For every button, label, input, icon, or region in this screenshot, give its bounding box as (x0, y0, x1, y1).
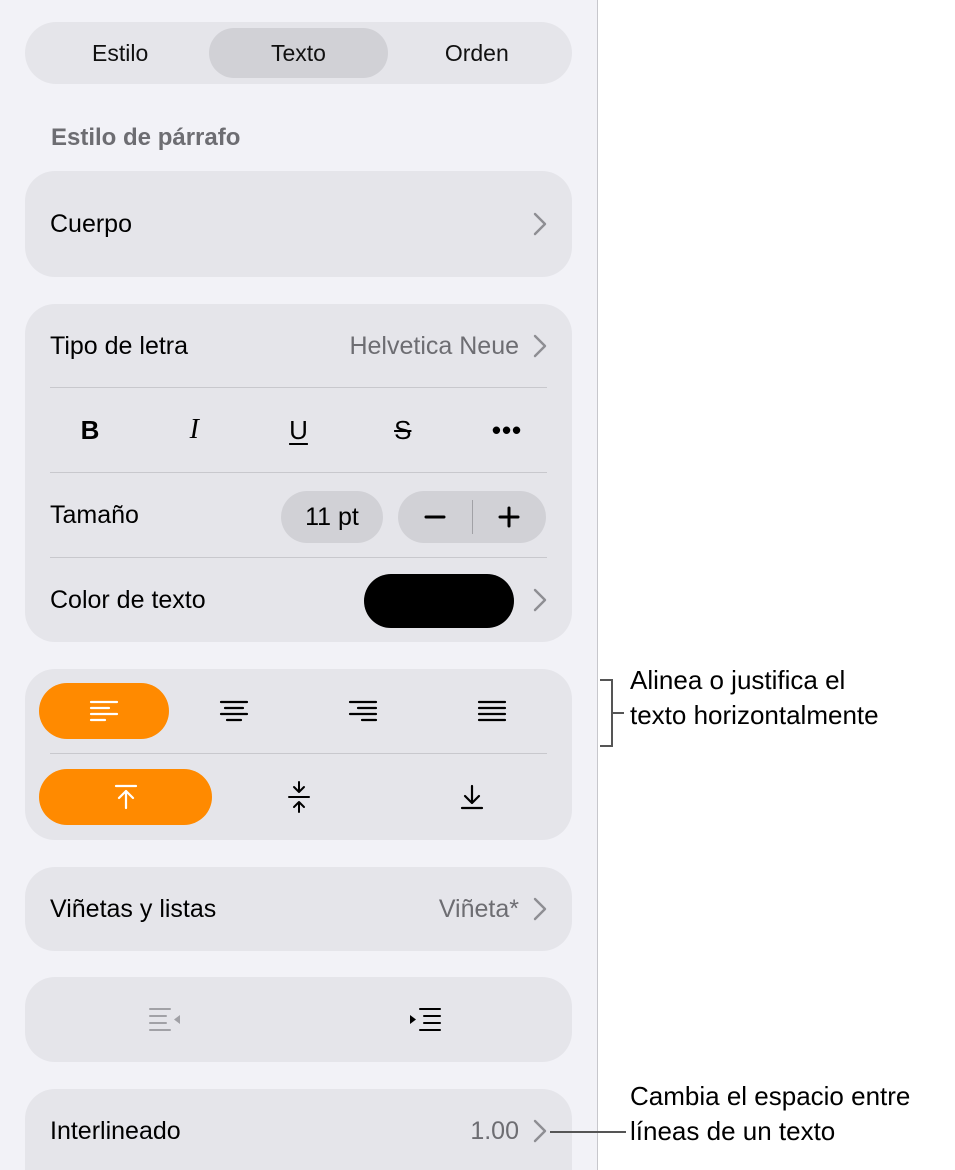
minus-icon (424, 515, 446, 519)
text-color-swatch[interactable] (364, 574, 514, 628)
bullets-label: Viñetas y listas (50, 894, 217, 923)
text-format-buttons: B I U S ••• (50, 388, 547, 472)
indent-card (25, 977, 572, 1062)
format-tabs: Estilo Texto Orden (25, 22, 572, 84)
paragraph-style-heading: Estilo de párrafo (51, 124, 241, 151)
align-top-button[interactable] (39, 769, 212, 825)
underline-button[interactable]: U (259, 400, 339, 460)
align-middle-icon (287, 781, 310, 813)
chevron-right-icon (533, 334, 547, 358)
paragraph-style-card[interactable]: Cuerpo (25, 171, 572, 277)
divider (50, 753, 547, 754)
spacing-callout-line-1: Cambia el espacio entre (630, 1081, 911, 1111)
chevron-right-icon (533, 1119, 547, 1143)
line-spacing-label: Interlineado (50, 1116, 181, 1145)
increase-indent-icon (410, 1008, 441, 1031)
alignment-callout-line-2: texto horizontalmente (630, 700, 879, 730)
chevron-right-icon (533, 212, 547, 236)
chevron-right-icon (533, 588, 547, 612)
spacing-callout: Cambia el espacio entre líneas de un tex… (630, 1079, 910, 1149)
decrease-size-button[interactable] (398, 491, 472, 543)
bold-button[interactable]: B (50, 400, 130, 460)
more-options-button[interactable]: ••• (467, 400, 547, 460)
bullets-card[interactable]: Viñetas y listas Viñeta* (25, 867, 572, 951)
chevron-right-icon (533, 897, 547, 921)
align-bottom-icon (460, 784, 483, 810)
plus-icon (498, 506, 520, 528)
justify-icon (477, 700, 507, 722)
align-middle-button[interactable] (212, 769, 385, 825)
font-size-stepper (398, 491, 546, 543)
line-spacing-card[interactable]: Interlineado 1.00 (25, 1089, 572, 1170)
spacing-callout-line (550, 1131, 626, 1133)
decrease-indent-icon (149, 1008, 180, 1031)
align-center-button[interactable] (169, 683, 299, 739)
paragraph-style-value: Cuerpo (50, 209, 132, 238)
line-spacing-row[interactable]: Interlineado 1.00 (25, 1089, 572, 1170)
align-center-icon (219, 700, 249, 722)
increase-indent-button[interactable] (345, 991, 505, 1047)
italic-button[interactable]: I (154, 400, 234, 460)
line-spacing-value: 1.00 (470, 1116, 519, 1145)
align-top-icon (114, 784, 137, 810)
align-right-button[interactable] (298, 683, 428, 739)
align-bottom-button[interactable] (385, 769, 558, 825)
format-panel: Estilo Texto Orden Estilo de párrafo Cue… (0, 0, 598, 1170)
alignment-card (25, 669, 572, 840)
decrease-indent-button[interactable] (85, 991, 245, 1047)
font-label: Tipo de letra (50, 331, 189, 360)
spacing-callout-line-2: líneas de un texto (630, 1116, 836, 1146)
font-size-field[interactable]: 11 pt (281, 491, 383, 543)
align-right-icon (348, 700, 378, 722)
increase-size-button[interactable] (473, 491, 547, 543)
align-left-icon (89, 700, 119, 722)
justify-button[interactable] (427, 683, 557, 739)
align-left-button[interactable] (39, 683, 169, 739)
alignment-callout-bracket (600, 679, 624, 747)
tab-orden[interactable]: Orden (388, 28, 566, 78)
tab-estilo[interactable]: Estilo (31, 28, 209, 78)
tab-texto[interactable]: Texto (209, 28, 388, 78)
bullets-value: Viñeta* (438, 894, 519, 923)
alignment-callout: Alinea o justifica el texto horizontalme… (630, 663, 879, 733)
paragraph-style-row[interactable]: Cuerpo (25, 171, 572, 277)
font-card: Tipo de letra Helvetica Neue B I U S •••… (25, 304, 572, 642)
font-row[interactable]: Tipo de letra Helvetica Neue (25, 304, 572, 388)
alignment-callout-line-1: Alinea o justifica el (630, 665, 846, 695)
strikethrough-button[interactable]: S (363, 400, 443, 460)
bullets-row[interactable]: Viñetas y listas Viñeta* (25, 867, 572, 951)
font-value: Helvetica Neue (349, 331, 519, 360)
